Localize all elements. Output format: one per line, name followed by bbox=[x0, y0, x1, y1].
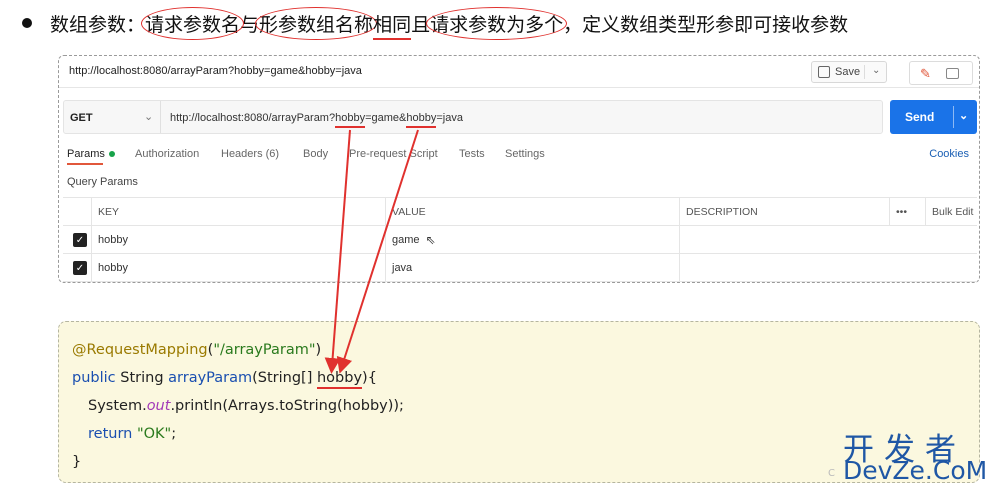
heading-part-8: ，定义数组类型形参即可接收参数 bbox=[563, 13, 849, 36]
query-params-title: Query Params bbox=[67, 176, 138, 188]
chevron-down-icon[interactable]: ⌄ bbox=[959, 109, 968, 122]
heading-multiple-params: 请求参数为多个 bbox=[426, 6, 568, 40]
send-label: Send bbox=[905, 110, 935, 124]
url-input[interactable]: http://localhost:8080/arrayParam?hobby=g… bbox=[170, 112, 463, 124]
heading-part-3: 与 bbox=[240, 13, 260, 36]
tab-headers[interactable]: Headers (6) bbox=[221, 148, 279, 160]
query-params-table: KEY VALUE DESCRIPTION ••• Bulk Edit ✓ ho… bbox=[63, 197, 977, 282]
watermark-en: DevZe.CoM bbox=[843, 456, 988, 485]
heading-line: 数组参数： 请求参数名 与 形参数组名称 相同 且 请求参数为多个 ，定义数组类… bbox=[22, 6, 849, 40]
active-dot-icon bbox=[108, 151, 115, 158]
request-tab-bar: http://localhost:8080/arrayParam?hobby=g… bbox=[59, 56, 979, 88]
checkbox-checked-icon[interactable]: ✓ bbox=[73, 233, 87, 247]
bullet-dot bbox=[22, 18, 32, 28]
side-icons: ✎ bbox=[909, 61, 973, 85]
column-header-key: KEY bbox=[91, 198, 385, 226]
code-line-3: System.out.println(Arrays.toString(hobby… bbox=[88, 398, 404, 414]
postman-request-panel: http://localhost:8080/arrayParam?hobby=g… bbox=[58, 55, 980, 283]
heading-request-param-name: 请求参数名 bbox=[141, 6, 245, 40]
code-line-4: return "OK"; bbox=[88, 426, 177, 442]
request-subtabs: Params Authorization Headers (6) Body Pr… bbox=[59, 148, 981, 168]
save-label: Save bbox=[835, 66, 861, 78]
param-value-cell[interactable]: java bbox=[385, 254, 679, 282]
tab-tests[interactable]: Tests bbox=[459, 148, 485, 160]
chevron-down-icon[interactable]: ⌄ bbox=[144, 110, 153, 123]
watermark-faint: C bbox=[828, 468, 835, 479]
heading-same: 相同 bbox=[373, 10, 412, 40]
request-tab-title[interactable]: http://localhost:8080/arrayParam?hobby=g… bbox=[69, 65, 362, 77]
param-hobby-highlight: hobby bbox=[316, 370, 363, 386]
pencil-icon[interactable]: ✎ bbox=[920, 66, 931, 82]
mouse-cursor-icon: ⇖ bbox=[425, 233, 436, 247]
save-button[interactable]: Save ⌄ bbox=[811, 61, 887, 83]
heading-formal-array-name: 形参数组名称 bbox=[255, 6, 378, 40]
param-description-cell[interactable] bbox=[679, 226, 889, 254]
cookies-link[interactable]: Cookies bbox=[929, 148, 969, 160]
table-row: ✓ hobby java bbox=[63, 254, 977, 282]
more-options-icon[interactable]: ••• bbox=[889, 198, 925, 226]
bulk-edit-button[interactable]: Bulk Edit bbox=[925, 198, 977, 226]
table-header-row: KEY VALUE DESCRIPTION ••• Bulk Edit bbox=[63, 198, 977, 226]
url-param-1-key: hobby bbox=[335, 112, 366, 124]
checkbox-checked-icon[interactable]: ✓ bbox=[73, 261, 87, 275]
table-row: ✓ hobby game ⇖ bbox=[63, 226, 977, 254]
code-line-5: } bbox=[72, 454, 82, 470]
chevron-down-icon[interactable]: ⌄ bbox=[872, 65, 880, 76]
param-description-cell[interactable] bbox=[679, 254, 889, 282]
tab-params[interactable]: Params bbox=[67, 148, 115, 165]
method-select[interactable]: GET bbox=[70, 112, 93, 124]
save-icon bbox=[818, 66, 830, 78]
code-line-2: public String arrayParam(String[] hobby)… bbox=[72, 370, 377, 386]
param-key-cell[interactable]: hobby bbox=[91, 254, 385, 282]
tab-authorization[interactable]: Authorization bbox=[135, 148, 199, 160]
red-underline-annotation bbox=[373, 37, 412, 40]
heading-part-1: 数组参数： bbox=[50, 13, 146, 36]
heading-part-6: 且 bbox=[411, 13, 431, 36]
request-url-bar: GET ⌄ http://localhost:8080/arrayParam?h… bbox=[63, 100, 883, 134]
comment-icon[interactable] bbox=[946, 68, 959, 79]
url-param-2-key: hobby bbox=[406, 112, 437, 124]
code-line-1: @RequestMapping("/arrayParam") bbox=[72, 342, 322, 358]
column-header-description: DESCRIPTION bbox=[679, 198, 889, 226]
column-header-value: VALUE bbox=[385, 198, 679, 226]
code-snippet-panel: @RequestMapping("/arrayParam") public St… bbox=[58, 321, 980, 483]
tab-settings[interactable]: Settings bbox=[505, 148, 545, 160]
tab-pre-request-script[interactable]: Pre-request Script bbox=[349, 148, 438, 160]
param-key-cell[interactable]: hobby bbox=[91, 226, 385, 254]
send-button[interactable]: Send ⌄ bbox=[890, 100, 977, 134]
param-value-cell[interactable]: game ⇖ bbox=[385, 226, 679, 254]
tab-body[interactable]: Body bbox=[303, 148, 328, 160]
